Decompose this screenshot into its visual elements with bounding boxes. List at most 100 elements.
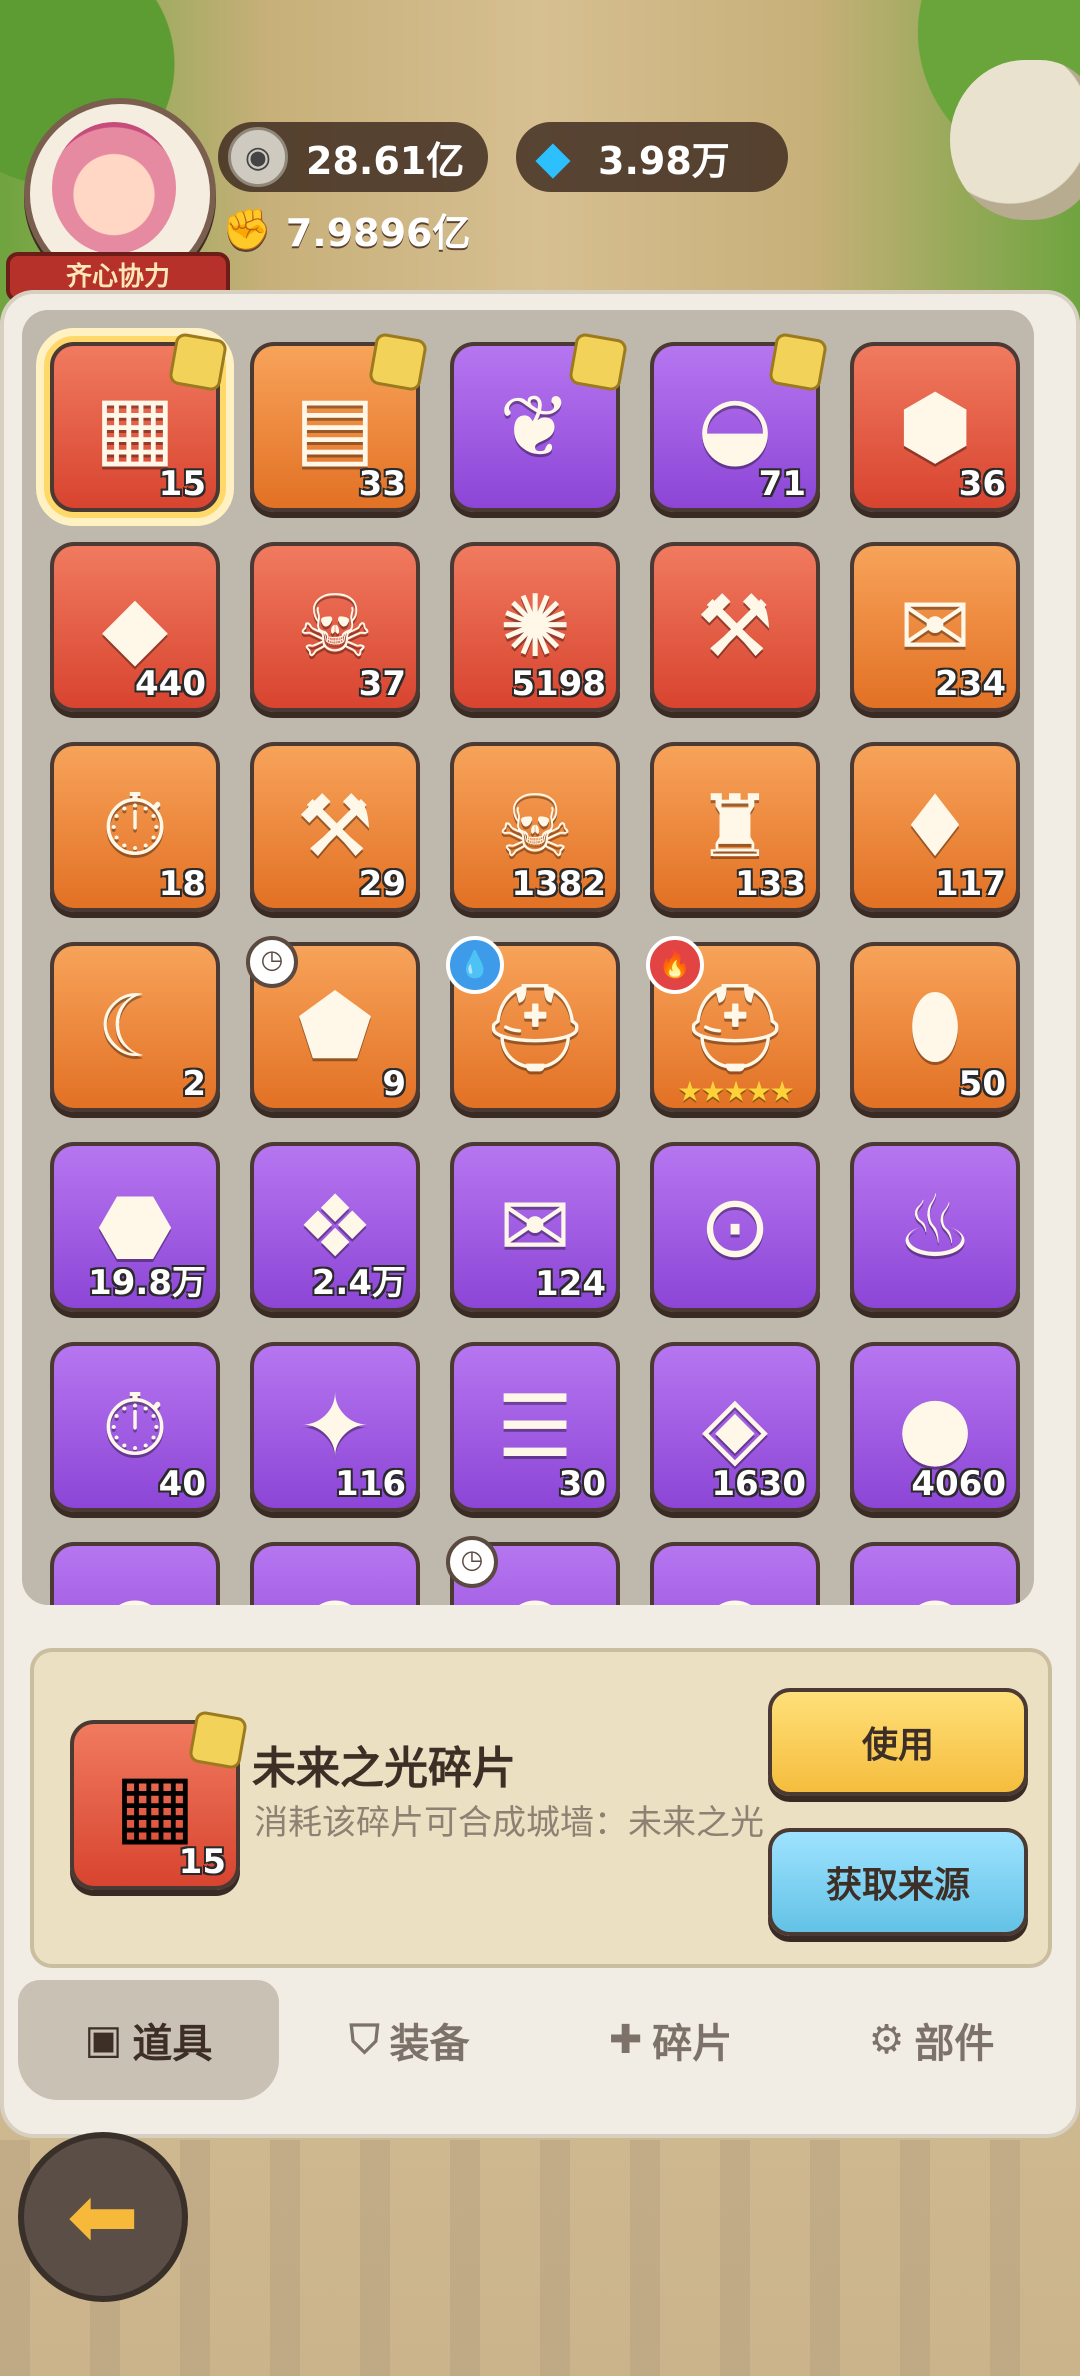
inventory-item[interactable]: ● 4060 bbox=[850, 1342, 1020, 1512]
item-quantity: 2 bbox=[182, 1064, 206, 1104]
meat-icon: ♨ bbox=[896, 1177, 974, 1277]
partial-item-icon: ◠ bbox=[654, 1546, 816, 1605]
detail-item-tile: ▦ 15 bbox=[70, 1709, 249, 1890]
item-quantity: 2.4万 bbox=[311, 1263, 406, 1303]
partial-item-icon: ◠ bbox=[254, 1546, 416, 1605]
get-source-button[interactable]: 获取来源 bbox=[768, 1828, 1028, 1936]
inventory-item[interactable]: ◆ 440 bbox=[50, 542, 220, 712]
inventory-item[interactable]: ✺ 5198 bbox=[450, 542, 620, 712]
inventory-item[interactable]: ▤ 33 bbox=[250, 331, 429, 512]
inventory-item[interactable]: ◈ 1630 bbox=[650, 1342, 820, 1512]
star-rating: ★★★★★ bbox=[677, 1075, 795, 1108]
inventory-item[interactable]: ◠ bbox=[850, 1542, 1020, 1605]
diamond-icon: ◆ bbox=[535, 130, 571, 184]
inventory-item[interactable]: ⚒ bbox=[650, 542, 820, 712]
golden-shovel-icon: ⚒ bbox=[696, 577, 774, 677]
inventory-item[interactable]: ⬢ 36 bbox=[850, 342, 1020, 512]
water-element-icon: 💧 bbox=[446, 936, 504, 994]
inventory-grid-area[interactable]: ▦ 15 ▤ 33 ❦ ◒ 71 ⬢ 36 ◆ 440 ☠ 37 ✺ 5198 ⚒ ✉ 234 ⏱ 18 ⚒ 29 ☠ 138… bbox=[22, 310, 1034, 1605]
inventory-item[interactable]: ▦ 15 bbox=[36, 328, 234, 526]
clock-badge-icon: ◷ bbox=[246, 936, 298, 988]
inventory-item[interactable]: ❖ 2.4万 bbox=[250, 1142, 420, 1312]
inventory-item[interactable]: ♦ 117 bbox=[850, 742, 1020, 912]
inventory-item[interactable]: ◒ 71 bbox=[650, 331, 829, 512]
coins-value: 28.61亿 bbox=[306, 138, 465, 183]
inventory-item[interactable]: ⬟ ◷ 9 bbox=[246, 936, 420, 1112]
item-quantity: 4060 bbox=[911, 1464, 1006, 1504]
inventory-item[interactable]: ♜ 133 bbox=[650, 742, 820, 912]
inventory-item[interactable]: ◠ bbox=[250, 1542, 420, 1605]
inventory-item[interactable]: ⬮ 50 bbox=[850, 942, 1020, 1112]
item-quantity: 234 bbox=[935, 664, 1006, 704]
tab-label: 部件 bbox=[914, 2021, 995, 2067]
item-quantity: 9 bbox=[382, 1064, 406, 1104]
inventory-item[interactable]: ♨ bbox=[850, 1142, 1020, 1312]
fist-icon: ✊ bbox=[222, 207, 272, 253]
clock-badge-icon: ◷ bbox=[446, 1536, 498, 1588]
item-quantity: 124 bbox=[535, 1264, 606, 1304]
back-arrow-icon: ⬅ bbox=[66, 2167, 140, 2267]
item-quantity: 117 bbox=[935, 864, 1006, 904]
item-quantity: 15 bbox=[158, 464, 206, 504]
item-quantity: 18 bbox=[158, 864, 206, 904]
inventory-item[interactable]: ✉ 234 bbox=[850, 542, 1020, 712]
item-quantity: 440 bbox=[135, 664, 206, 704]
shield-icon: ⛉ bbox=[349, 2017, 380, 2063]
use-button[interactable]: 使用 bbox=[768, 1688, 1028, 1796]
item-quantity: 37 bbox=[358, 664, 406, 704]
tab-shards[interactable]: ✚ 碎片 bbox=[540, 1980, 801, 2100]
inventory-item[interactable]: ◠ bbox=[50, 1542, 220, 1605]
inventory-item[interactable]: ☾ 2 bbox=[50, 942, 220, 1112]
item-quantity: 71 bbox=[758, 464, 806, 504]
avatar-portrait bbox=[52, 122, 176, 254]
puzzle-badge-icon bbox=[567, 331, 629, 393]
item-quantity: 133 bbox=[735, 864, 806, 904]
inventory-item[interactable]: ⊙ bbox=[650, 1142, 820, 1312]
inventory-item[interactable]: ☠ 37 bbox=[250, 542, 420, 712]
tab-items[interactable]: ▣ 道具 bbox=[18, 1980, 279, 2100]
item-quantity: 116 bbox=[335, 1464, 406, 1504]
inventory-item[interactable]: ⬣ 19.8万 bbox=[50, 1142, 220, 1312]
gear-icon: ⚙ bbox=[868, 2017, 905, 2063]
inventory-item[interactable]: ⏱ 18 bbox=[50, 742, 220, 912]
coins-display[interactable]: ◉ 28.61亿 bbox=[218, 122, 488, 192]
detail-title: 未来之光碎片 bbox=[252, 1743, 516, 1794]
item-quantity: 30 bbox=[558, 1464, 606, 1504]
inventory-item[interactable]: ⏱ 40 bbox=[50, 1342, 220, 1512]
item-quantity: 19.8万 bbox=[88, 1263, 206, 1303]
inventory-item[interactable]: ☰ 30 bbox=[450, 1342, 620, 1512]
puzzle-badge-icon bbox=[187, 1709, 249, 1771]
item-quantity: 50 bbox=[958, 1064, 1006, 1104]
inventory-item[interactable]: ☠ 1382 bbox=[450, 742, 620, 912]
puzzle-badge-icon bbox=[767, 331, 829, 393]
tab-label: 装备 bbox=[389, 2021, 470, 2067]
gems-display[interactable]: ◆ 3.98万 bbox=[516, 122, 788, 192]
item-quantity: 29 bbox=[358, 864, 406, 904]
item-quantity: 40 bbox=[158, 1464, 206, 1504]
item-quantity: 36 bbox=[958, 464, 1006, 504]
power-value: 7.9896亿 bbox=[285, 211, 471, 255]
gems-value: 3.98万 bbox=[598, 138, 730, 183]
tab-equipment[interactable]: ⛉ 装备 bbox=[279, 1980, 540, 2100]
inventory-item[interactable]: ⛑ 💧 bbox=[446, 936, 620, 1112]
item-quantity: 1382 bbox=[511, 864, 606, 904]
partial-item-icon: ◠ bbox=[54, 1546, 216, 1605]
puzzle-icon: ✚ bbox=[608, 2017, 643, 2063]
inventory-item[interactable]: ◠ bbox=[650, 1542, 820, 1605]
back-button[interactable]: ⬅ bbox=[18, 2132, 188, 2302]
inventory-item[interactable]: ✦ 116 bbox=[250, 1342, 420, 1512]
inventory-item[interactable]: ❦ bbox=[450, 331, 629, 512]
inventory-grid: ▦ 15 ▤ 33 ❦ ◒ 71 ⬢ 36 ◆ 440 ☠ 37 ✺ 5198 ⚒ ✉ 234 ⏱ 18 ⚒ 29 ☠ 138… bbox=[36, 328, 1020, 1605]
inventory-item[interactable]: ✉ 124 bbox=[450, 1142, 620, 1312]
puzzle-badge-icon bbox=[367, 331, 429, 393]
inventory-item[interactable]: ◠◷ bbox=[446, 1536, 620, 1605]
tab-label: 碎片 bbox=[652, 2021, 733, 2067]
item-quantity: 5198 bbox=[511, 664, 606, 704]
item-icon: ▣ bbox=[84, 2017, 123, 2063]
inventory-item[interactable]: ⛑ 🔥 ★★★★★ bbox=[646, 936, 820, 1112]
puzzle-badge-icon bbox=[167, 331, 229, 393]
inventory-item[interactable]: ⚒ 29 bbox=[250, 742, 420, 912]
item-detail-panel: ▦ 15 未来之光碎片 消耗该碎片可合成城墙：未来之光 使用 获取来源 bbox=[30, 1648, 1052, 1968]
coin-icon: ◉ bbox=[228, 127, 288, 187]
tab-parts[interactable]: ⚙ 部件 bbox=[801, 1980, 1062, 2100]
